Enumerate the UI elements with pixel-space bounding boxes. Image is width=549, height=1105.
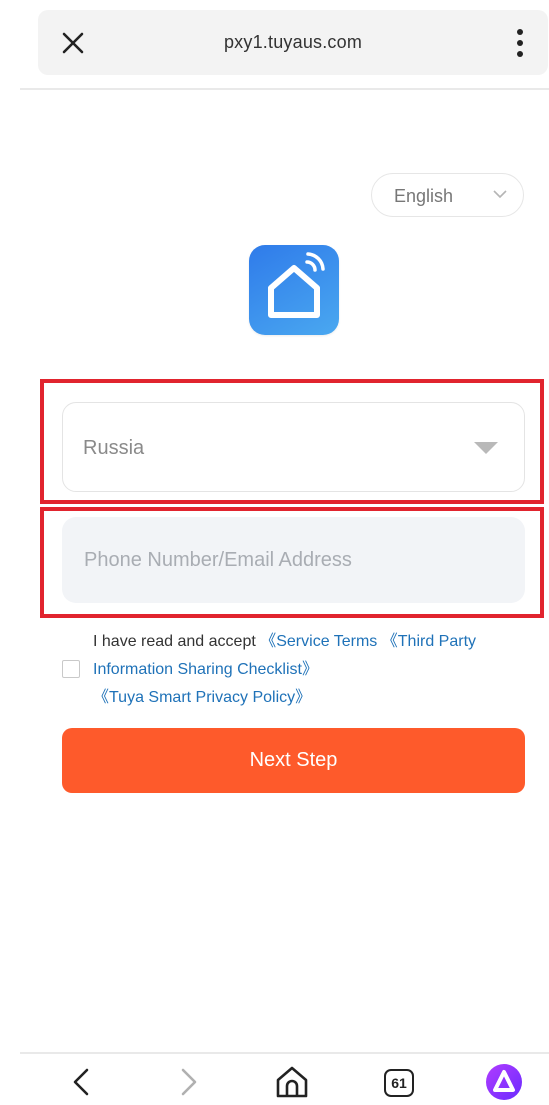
more-vertical-icon[interactable]: [516, 28, 524, 58]
language-select[interactable]: English: [371, 173, 524, 217]
privacy-policy-link[interactable]: 《Tuya Smart Privacy Policy》: [93, 689, 311, 706]
smart-home-icon: [268, 252, 325, 318]
page: pxy1.tuyaus.com English Russia Phone Num…: [0, 0, 549, 1105]
app-logo: [249, 245, 339, 335]
bottom-divider: [20, 1052, 549, 1054]
country-select-value: Russia: [83, 437, 145, 459]
nav-back-button[interactable]: [60, 1062, 104, 1102]
agreement-prefix: I have read and accept: [93, 633, 261, 650]
forward-icon: [181, 1068, 197, 1096]
country-select[interactable]: Russia: [62, 402, 525, 492]
nav-tabs-button[interactable]: 61: [378, 1062, 422, 1102]
browser-address-bar: pxy1.tuyaus.com: [38, 10, 548, 75]
nav-forward-button[interactable]: [166, 1062, 210, 1102]
top-divider: [20, 88, 549, 90]
account-input[interactable]: [62, 517, 525, 603]
caret-down-icon: [474, 442, 498, 454]
service-terms-link[interactable]: 《Service Terms: [260, 633, 377, 650]
back-icon: [73, 1068, 89, 1096]
url-text[interactable]: pxy1.tuyaus.com: [38, 32, 548, 53]
assistant-icon: [486, 1064, 522, 1100]
home-icon: [276, 1066, 308, 1098]
tabs-icon: 61: [384, 1069, 414, 1097]
nav-assistant-button[interactable]: [482, 1062, 526, 1102]
next-step-button[interactable]: Next Step: [62, 728, 525, 793]
agreement-text: I have read and accept 《Service Terms 《T…: [93, 628, 533, 712]
language-select-value: English: [394, 186, 454, 206]
chevron-down-icon: [493, 190, 507, 199]
agreement-checkbox[interactable]: [62, 660, 80, 678]
nav-home-button[interactable]: [270, 1062, 314, 1102]
